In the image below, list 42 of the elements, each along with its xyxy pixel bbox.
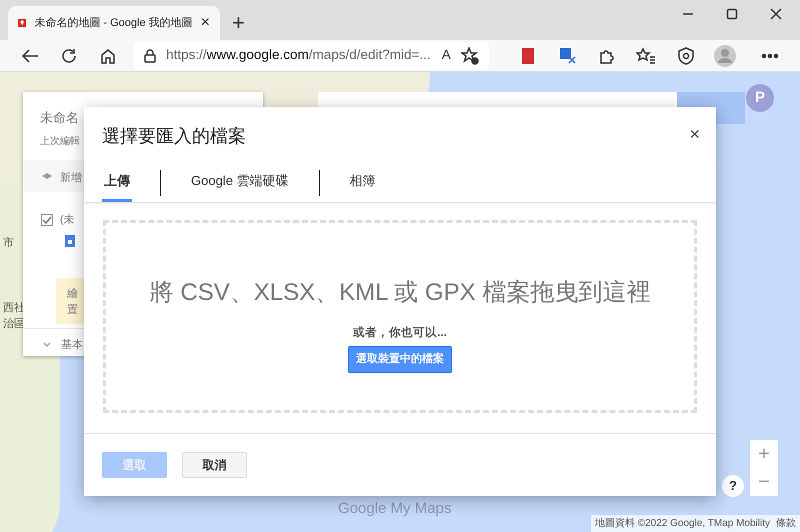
close-tab-button[interactable]: × [200,15,210,31]
layers-icon[interactable] [41,172,53,182]
terms-link[interactable]: 條款 [776,516,796,531]
address-bar[interactable]: https://www.google.com/maps/d/edit?mid=... A [134,42,489,70]
profile-icon[interactable] [713,44,738,68]
tab-title: 未命名的地圖 - Google 我的地圖 [34,16,193,31]
home-icon[interactable] [99,46,118,64]
refresh-icon[interactable] [60,46,78,64]
dialog-tab[interactable]: Google 雲端硬碟 [189,163,291,202]
dialog-tab[interactable]: 相簿 [348,163,378,202]
url-text: https://www.google.com/maps/d/edit?mid=... [166,46,431,64]
map-label: 市 [3,236,14,251]
alternative-text: 或者，你也可以... [353,325,447,341]
map-attribution: 地圖資料 ©2022 Google, TMap Mobility [594,516,770,531]
lock-icon [144,48,156,62]
shield-icon[interactable] [676,46,695,64]
new-tab-button[interactable]: + [232,12,245,34]
checkbox-icon[interactable] [41,214,53,226]
more-icon[interactable] [761,52,780,58]
add-layer-link[interactable]: 新增 [60,170,82,186]
close-button[interactable]: × [685,121,704,148]
star-add-icon[interactable] [460,46,479,64]
basemap-label[interactable]: 基本 [61,337,83,354]
notice-text: 置 [67,303,78,318]
maximize-icon[interactable] [726,8,738,20]
map-title: 未命名 [40,109,79,127]
browser-tab[interactable]: 未命名的地圖 - Google 我的地圖 × [8,6,220,40]
map-logo: Google My Maps [338,499,452,519]
read-aloud-button[interactable]: A [442,45,451,66]
back-icon[interactable] [20,48,39,64]
dialog-title: 選擇要匯入的檔案 [102,125,246,148]
dialog-tab[interactable]: 上傳 [102,163,132,202]
notice-text: 繪 [67,287,78,302]
favorites-icon[interactable] [636,46,656,64]
help-button[interactable]: ? [722,475,744,497]
close-icon[interactable] [770,8,782,20]
drop-instructions: 將 CSV、XLSX、KML 或 GPX 檔案拖曳到這裡 [150,278,650,308]
cancel-button[interactable]: 取消 [182,452,247,478]
layer-name: (未 [60,213,75,228]
layer-style-icon[interactable] [65,235,75,247]
map-label: 西社 [3,301,25,316]
last-edited-text: 上次編輯 [40,134,80,149]
